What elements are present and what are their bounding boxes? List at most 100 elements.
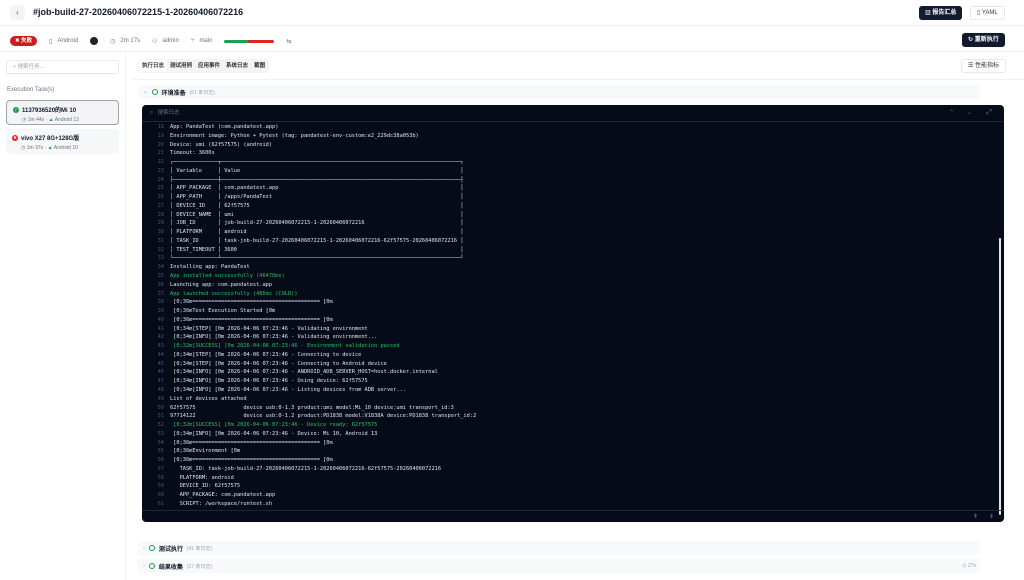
check-circle-icon	[148, 563, 155, 569]
line-text: [0;34m[INFO] [0m 2026-04-06 07:23:46 - L…	[170, 386, 406, 393]
line-number: 53	[157, 430, 164, 437]
line-text: App launched successfully (486ms (COLD))	[170, 290, 298, 297]
log-line: 31 │ TASK_ID │ task-job-build-27-20260406…	[142, 237, 476, 246]
line-text: ┌──────────────┬────────────────────────…	[170, 159, 464, 166]
yaml-button[interactable]: ▯ YAML	[970, 6, 1005, 20]
log-line: 32 │ TEST_TIMEOUT │ 3600 │	[142, 246, 476, 255]
line-text: [0;32m[SUCCESS] [0m 2026-04-06 07:23:46 …	[170, 422, 378, 429]
task-item[interactable]: ✖ vivo X27 8G+128G版 ◷ 1m 37s · ▲ Android …	[6, 129, 119, 154]
log-line: 45 [0;34m[STEP] [0m 2026-04-06 07:23:46 …	[142, 360, 476, 369]
log-line: 50 62f57575 device usb:0-1.3 product:umi …	[142, 404, 476, 413]
line-number: 40	[157, 316, 164, 323]
log-footer: ⇞ ⇟	[142, 510, 1004, 522]
scroll-top-icon[interactable]: ⇞	[973, 513, 978, 520]
log-line: 20 Device: umi (62f57575) (android)	[142, 141, 476, 150]
log-line: 61 SCRIPT: /workspace/runtest.sh	[142, 500, 476, 509]
line-number: 32	[157, 246, 164, 253]
divider	[0, 51, 1024, 52]
clock-icon: ◷	[110, 38, 116, 45]
log-line: 33 └──────────────┴──────────────────────…	[142, 254, 476, 263]
line-number: 38	[157, 299, 164, 306]
log-search-input[interactable]: ⌕ 搜索日志	[142, 105, 1004, 122]
line-number: 56	[157, 457, 164, 464]
log-line: 40 [0;36m===============================…	[142, 316, 476, 325]
task-item[interactable]: ✓ 1137936520的Mi 10 ◷ 1m 44s · ▲ Android 1…	[6, 100, 119, 125]
fail-icon: ✖	[12, 134, 18, 141]
performance-button[interactable]: ☰ 性能指标	[961, 59, 1007, 73]
divider	[133, 79, 1024, 80]
line-number: 61	[157, 500, 164, 507]
log-viewer: ⌕ 搜索日志 ⌃ ⌄ ⤢ 18 App: PandaTest (com.panda…	[142, 105, 1004, 522]
line-text: │ APP_PACKAGE │ com.pandatest.app │	[170, 185, 464, 192]
log-line: 30 │ PLATFORM │ android │	[142, 228, 476, 237]
line-text: [0;36m==================================…	[170, 439, 333, 446]
prev-match-icon[interactable]: ⌃	[949, 109, 954, 116]
line-number: 41	[157, 325, 164, 332]
list-icon: ☰	[968, 63, 976, 69]
line-number: 20	[157, 141, 164, 148]
section-env-setup[interactable]: ⌄ 环境准备 (61 条日志)	[138, 85, 980, 99]
tab-screenshots[interactable]: 截图	[251, 60, 268, 72]
tab-bar: 执行日志 测试用例 应用事件 系统日志 截图	[138, 59, 270, 73]
line-number: 25	[157, 185, 164, 192]
line-number: 24	[157, 176, 164, 183]
log-line: 47 [0;34m[INFO] [0m 2026-04-06 07:23:46 …	[142, 377, 476, 386]
line-number: 18	[157, 124, 164, 130]
line-number: 31	[157, 237, 164, 244]
rerun-button[interactable]: ↻ 重新执行	[962, 33, 1005, 47]
line-text: APP_PACKAGE: com.pandatest.app	[170, 492, 276, 499]
tab-app-events[interactable]: 应用事件	[195, 60, 223, 72]
line-number: 55	[157, 448, 164, 455]
compare-icon[interactable]: ⇆	[286, 38, 291, 45]
scroll-bottom-icon[interactable]: ⇟	[989, 513, 994, 520]
line-text: │ TASK_ID │ task-job-build-27-2026040607…	[170, 237, 464, 244]
expand-icon[interactable]: ⤢	[986, 109, 992, 117]
check-circle-icon	[148, 545, 155, 551]
line-number: 49	[157, 395, 164, 402]
tab-system-log[interactable]: 系统日志	[223, 60, 251, 72]
line-text: │ TEST_TIMEOUT │ 3600 │	[170, 246, 464, 253]
line-text: │ JOB_ID │ job-build-27-20260406072215-1…	[170, 220, 464, 227]
line-number: 23	[157, 167, 164, 174]
scrollbar[interactable]	[999, 238, 1001, 515]
log-line: 56 [0;36m===============================…	[142, 456, 476, 465]
line-text: 62f57575 device usb:0-1.3 product:umi mo…	[170, 404, 454, 411]
line-text: [0;36m==================================…	[170, 299, 333, 306]
progress-bar	[224, 39, 275, 43]
back-button[interactable]: ‹	[10, 5, 25, 20]
log-line: 18 App: PandaTest (com.pandatest.app)	[142, 123, 476, 132]
line-number: 34	[157, 264, 164, 271]
task-search-input[interactable]: ⌕ 搜索任务...	[6, 60, 119, 74]
line-text: │ DEVICE_ID │ 62f57575 │	[170, 202, 464, 209]
user-icon: ⚇	[152, 38, 158, 45]
log-line: 38 [0;36m===============================…	[142, 298, 476, 307]
line-number: 60	[157, 492, 164, 499]
line-number: 28	[157, 211, 164, 218]
line-number: 42	[157, 334, 164, 341]
tab-test-cases[interactable]: 测试用例	[167, 60, 195, 72]
log-line: 53 [0;34m[INFO] [0m 2026-04-06 07:23:46 …	[142, 430, 476, 439]
tab-exec-log[interactable]: 执行日志	[139, 60, 168, 72]
line-text: [0;34m[INFO] [0m 2026-04-06 07:23:46 - U…	[170, 378, 368, 385]
line-text: [0;36m==================================…	[170, 457, 333, 464]
page-title: #job-build-27-20260406072215-1-202604060…	[33, 7, 244, 17]
log-line: 59 DEVICE_ID: 62f57575	[142, 482, 476, 491]
android-icon: ▲	[48, 117, 54, 123]
log-line: 28 │ DEVICE_NAME │ umi │	[142, 211, 476, 220]
log-line: 35 App installed successfully (4647Oms)	[142, 272, 476, 281]
line-text: TASK_ID: task-job-build-27-2026040607221…	[170, 465, 442, 472]
section-result-collect[interactable]: › 结果收集 (17 条日志) ◷ 27s	[138, 559, 980, 573]
line-number: 36	[157, 281, 164, 288]
log-line: 26 │ APP_PATH │ /apps/PandaTest │	[142, 193, 476, 202]
log-line: 42 [0;34m[INFO] [0m 2026-04-06 07:23:46 …	[142, 333, 476, 342]
log-line: 39 [0;36mTest Execution Started [0m	[142, 307, 476, 316]
line-number: 59	[157, 483, 164, 490]
line-text: [0;34m[INFO] [0m 2026-04-06 07:23:46 - V…	[170, 334, 378, 341]
report-summary-button[interactable]: ▥ 报告汇总	[919, 6, 963, 20]
line-text: SCRIPT: /workspace/runtest.sh	[170, 500, 273, 507]
line-text: App: PandaTest (com.pandatest.app)	[170, 124, 279, 130]
log-line: 60 APP_PACKAGE: com.pandatest.app	[142, 491, 476, 500]
next-match-icon[interactable]: ⌄	[967, 109, 972, 116]
section-test-exec[interactable]: › 测试执行 (41 条日志)	[138, 541, 980, 555]
line-text: │ APP_PATH │ /apps/PandaTest │	[170, 194, 464, 201]
